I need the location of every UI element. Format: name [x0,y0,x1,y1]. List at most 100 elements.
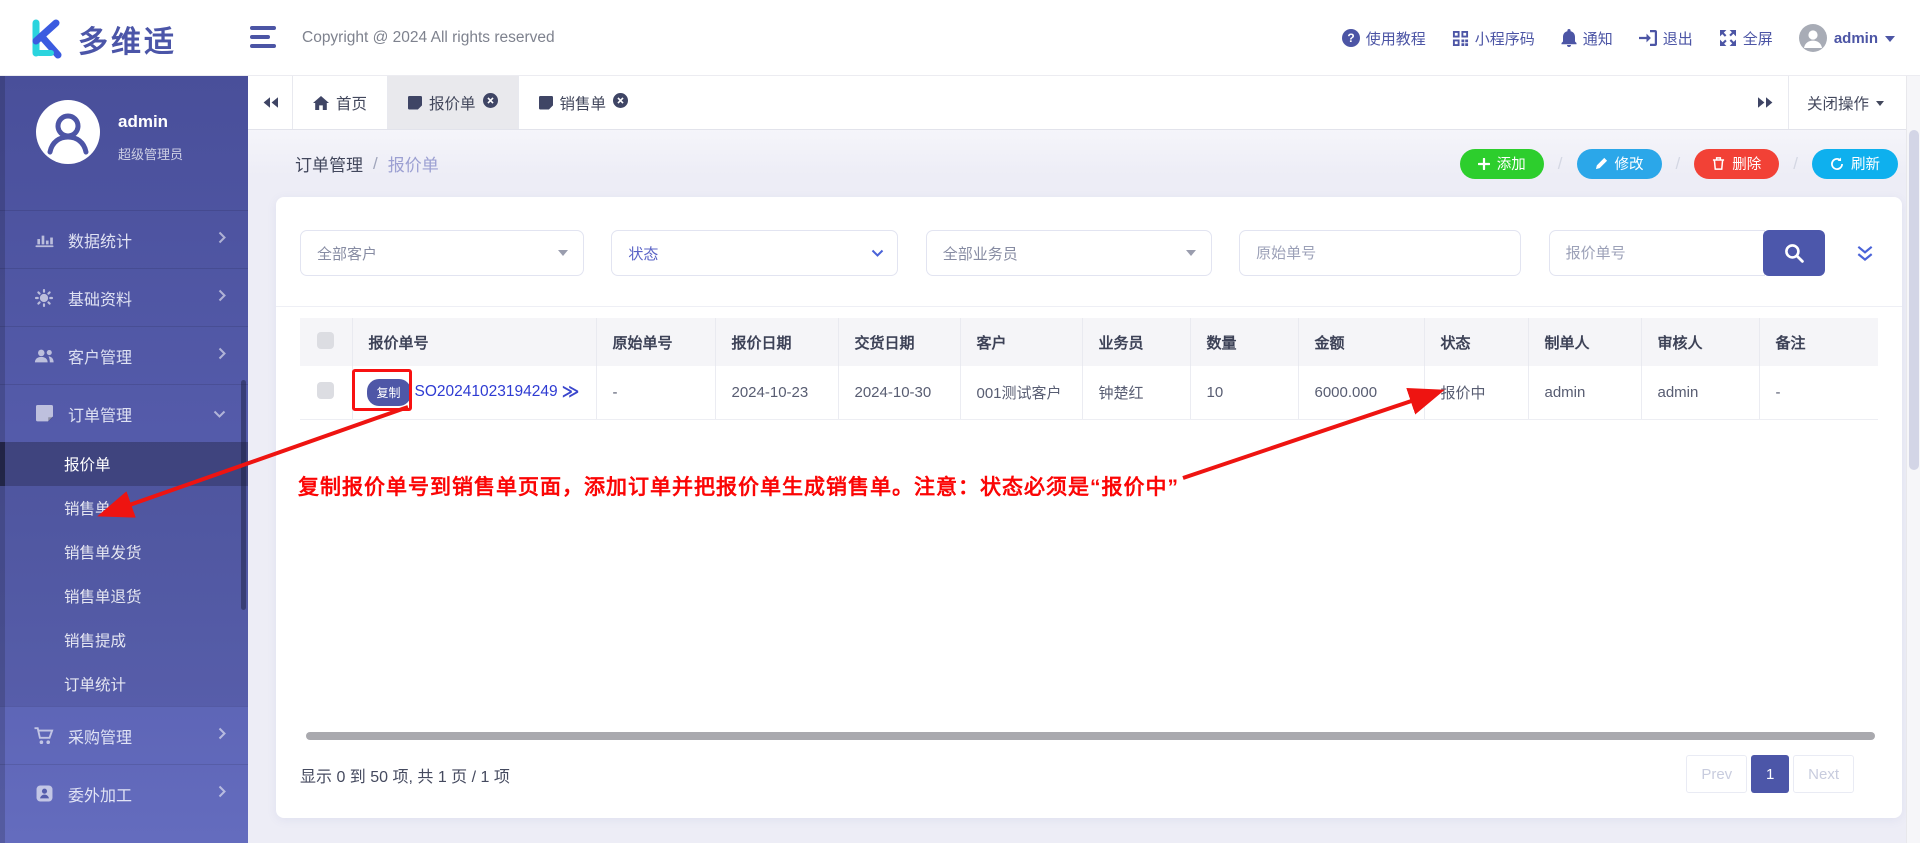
sidebar-item-base-data[interactable]: 基础资料 [0,268,248,326]
sidebar-toggle-button[interactable] [250,26,276,48]
tab-quote-order[interactable]: 报价单 [387,76,518,129]
sidebar-item-sales-commission[interactable]: 销售提成 [0,618,248,662]
prev-page-button[interactable]: Prev [1686,755,1747,793]
sidebar-item-outsourcing[interactable]: 委外加工 [0,764,248,822]
qrcode-icon [1452,30,1469,47]
sidebar-item-sales-order[interactable]: 销售单 [0,486,248,530]
chevron-down-icon [1876,101,1884,106]
sidebar-menu: 数据统计 基础资料 客户管理 [0,210,248,822]
customer-filter-select[interactable]: 全部客户 [300,230,584,276]
svg-text:?: ? [1347,31,1354,45]
copy-button[interactable]: 复制 [367,379,411,406]
row-checkbox[interactable] [317,382,334,399]
page-head: 订单管理 / 报价单 添加 / 修改 / [248,130,1906,197]
col-customer: 客户 [960,318,1082,366]
user-avatar [1799,24,1827,52]
bell-icon [1561,29,1577,47]
refresh-icon [1830,157,1844,171]
next-page-button[interactable]: Next [1793,755,1854,793]
chevron-right-icon [218,347,226,365]
search-button[interactable] [1763,230,1825,276]
chevron-right-icon [218,289,226,307]
sidebar-item-order-mgmt[interactable]: 订单管理 [0,384,248,442]
close-tab-icon[interactable] [483,93,498,113]
expand-filters-button[interactable] [1852,245,1878,262]
quote-no-search-group [1549,230,1825,276]
table-row: 复制 SO20241023194249 ≫ - 2024-10-23 2024-… [300,366,1878,419]
double-chevron-left-icon [262,96,279,109]
user-menu[interactable]: admin [1799,24,1895,52]
user-name: admin [1834,30,1878,47]
close-operations-dropdown[interactable]: 关闭操作 [1789,76,1906,129]
users-icon [34,348,54,364]
cart-icon [34,727,54,745]
dropdown-arrow-icon [1186,250,1196,256]
plus-icon [1478,158,1490,170]
col-remark: 备注 [1759,318,1878,366]
document-icon [539,96,553,110]
toolbar: 添加 / 修改 / 删除 / 刷新 [1460,149,1898,179]
sidebar-item-sales-return[interactable]: 销售单退货 [0,574,248,618]
quote-list-card: 全部客户 状态 全部业务员 [276,197,1902,818]
window-scrollbar-thumb[interactable] [1909,130,1919,470]
breadcrumb: 订单管理 / 报价单 [295,151,439,176]
col-quote-no: 报价单号 [352,318,596,366]
status-filter-select[interactable]: 状态 [611,230,898,276]
page-1-button[interactable]: 1 [1751,755,1789,793]
tabs-scroll-left-button[interactable] [248,76,292,129]
cell-quote-date: 2024-10-23 [715,366,838,419]
close-tab-icon[interactable] [613,93,628,113]
sidebar-item-sales-delivery[interactable]: 销售单发货 [0,530,248,574]
refresh-button[interactable]: 刷新 [1812,149,1898,179]
original-no-input[interactable] [1239,230,1521,276]
salesman-filter-select[interactable]: 全部业务员 [926,230,1212,276]
cell-delivery-date: 2024-10-30 [838,366,960,419]
filter-divider [276,306,1902,307]
logo-text: 多维适 [78,17,177,61]
sidebar-item-quote-order[interactable]: 报价单 [0,442,248,486]
sidebar-user-name: admin [118,112,168,132]
sidebar-scrollbar[interactable] [241,380,246,610]
breadcrumb-parent: 订单管理 [295,151,363,176]
sidebar-item-data-stats[interactable]: 数据统计 [0,210,248,268]
cell-status: 报价中 [1424,366,1528,419]
quote-table: 报价单号 原始单号 报价日期 交货日期 客户 业务员 数量 金额 状态 制单人 … [300,318,1878,420]
col-salesman: 业务员 [1082,318,1190,366]
bar-chart-icon [34,232,54,248]
logo-k-icon [26,17,70,61]
quote-no-link[interactable]: SO20241023194249 [415,383,558,401]
edit-button[interactable]: 修改 [1577,149,1662,179]
cell-salesman: 钟楚红 [1082,366,1190,419]
select-all-checkbox[interactable] [317,332,334,349]
cell-remark: - [1759,366,1878,419]
sidebar-item-purchase-mgmt[interactable]: 采购管理 [0,706,248,764]
tabs-scroll-right-button[interactable] [1744,76,1788,129]
col-auditor: 审核人 [1641,318,1759,366]
tabbar-right-controls: 关闭操作 [1744,76,1906,129]
fullscreen-link[interactable]: 全屏 [1719,28,1773,49]
help-tutorial-link[interactable]: ? 使用教程 [1342,28,1426,49]
add-button[interactable]: 添加 [1460,149,1544,179]
sidebar-avatar [36,100,100,164]
quote-no-input[interactable] [1549,230,1765,276]
logout-icon [1639,30,1657,46]
expand-row-icon[interactable]: ≫ [562,382,578,402]
tab-sales-order[interactable]: 销售单 [518,76,649,129]
pagination-summary: 显示 0 到 50 项, 共 1 页 / 1 项 [300,763,510,787]
sidebar-user-block: admin 超级管理员 [0,100,248,210]
horizontal-scrollbar[interactable] [306,732,1875,740]
delete-button[interactable]: 删除 [1694,149,1779,179]
col-delivery-date: 交货日期 [838,318,960,366]
table-header-row: 报价单号 原始单号 报价日期 交货日期 客户 业务员 数量 金额 状态 制单人 … [300,318,1878,366]
logout-link[interactable]: 退出 [1639,28,1693,49]
tab-home[interactable]: 首页 [292,76,387,129]
sidebar-item-order-stats[interactable]: 订单统计 [0,662,248,706]
chevron-right-icon [218,231,226,249]
cell-amount: 6000.000 [1298,366,1424,419]
sidebar-item-customer-mgmt[interactable]: 客户管理 [0,326,248,384]
fullscreen-icon [1719,29,1737,47]
notifications-link[interactable]: 通知 [1561,28,1613,49]
page-content: 订单管理 / 报价单 添加 / 修改 / [248,130,1906,843]
mini-program-qr-link[interactable]: 小程序码 [1452,28,1535,49]
filter-row: 全部客户 状态 全部业务员 [300,230,1878,276]
